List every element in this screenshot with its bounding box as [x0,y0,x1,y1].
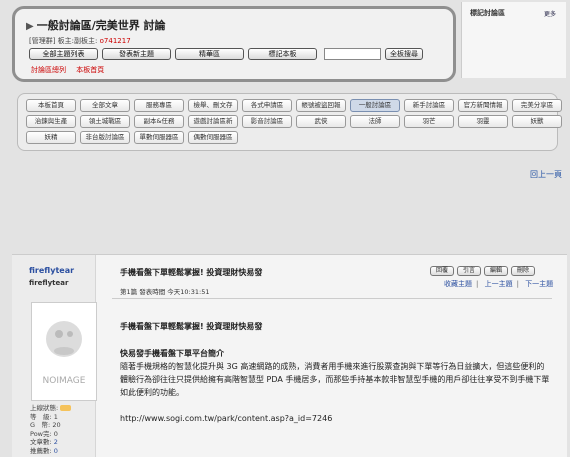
board-nav-item[interactable]: 服務專區 [134,99,184,112]
reply-button[interactable]: 回覆 [430,266,454,276]
post-title: 手機看盤下單輕鬆掌握! 投資理財快易發 [120,268,263,277]
triangle-right-icon: ▶ [26,21,34,32]
body-title: 手機看盤下單輕鬆掌握! 投資理財快易發 [120,322,263,331]
no-image-placeholder-icon: NOIMAGE [43,321,86,386]
board-nav-item[interactable]: 影音討論區 [242,115,292,128]
header-links: 討論區總列 本板首頁 [31,65,112,75]
next-topic-link[interactable]: 下一主題 [525,280,553,288]
quote-button[interactable]: 引言 [457,266,481,276]
board-nav-item[interactable]: 官方新聞情報 [458,99,508,112]
status-label: 上線狀態: [30,404,59,412]
board-nav-item[interactable]: 妖獸 [512,115,562,128]
board-nav-grid: 本板首頁 全部文章 服務專區 檢舉、刪文存 各式申請區 帳號被盜回報 一般討論區 新手討論區官… [26,99,562,144]
search-input[interactable] [324,48,381,60]
board-nav-item[interactable]: 羽芒 [404,115,454,128]
board-nav-item[interactable]: 完美分享區 [512,99,562,112]
board-nav-item[interactable]: 副本&任務 [134,115,184,128]
gcoin-label: G 幣: [30,421,51,429]
moderator-info: [管理群] 板主:副板主: o741217 [29,36,131,46]
board-nav-item[interactable]: 新手討論區 [404,99,454,112]
board-header: ▶ 一般討論區/完美世界 討論 [管理群] 板主:副板主: o741217 全部主… [12,6,456,82]
post-author-panel: fireflytear fireflytear NOIMAGE 上線狀態: 等 … [12,255,97,457]
breadcrumb: 一般討論區/完美世界 討論 [36,19,166,32]
favorite-topic-link[interactable]: 收藏主題 [444,280,472,288]
board-nav-item[interactable]: 法師 [350,115,400,128]
board-nav-item[interactable]: 偶數伺服器區 [188,131,238,144]
board-nav-item[interactable]: 全部文章 [80,99,130,112]
level-value: 1 [53,412,58,421]
board-nav-item[interactable]: 治鍊與生產 [26,115,76,128]
new-topic-button[interactable]: 發表新主題 [102,48,171,60]
board-nav-item[interactable]: 各式申請區 [242,99,292,112]
board-nav-item[interactable]: 非台版討論區 [80,131,130,144]
avatar: NOIMAGE [31,302,97,401]
edit-button[interactable]: 編輯 [484,266,508,276]
board-nav-item[interactable]: 領土城戰區 [80,115,130,128]
posts-label: 文章數: [30,438,52,446]
author-nickname: fireflytear [29,279,69,287]
board-nav-item[interactable]: 本板首頁 [26,99,76,112]
board-home-link[interactable]: 本板首頁 [76,66,104,74]
forum-index-link[interactable]: 討論區總列 [31,66,66,74]
board-nav: 本板首頁 全部文章 服務專區 檢舉、刪文存 各式申請區 帳號被盜回報 一般討論區 新手討論區官… [17,93,562,151]
pow-row: Pow完: 0 [30,430,71,439]
author-name[interactable]: fireflytear [29,266,74,275]
posts-value[interactable]: 2 [54,438,58,446]
board-nav-item[interactable]: 帳號被盜回報 [296,99,346,112]
post-links: 收藏主題 | 上一主題 | 下一主題 [444,279,553,289]
gcoin-value: 20 [52,421,61,429]
recommend-row: 推薦數: 0 [30,447,71,456]
search-button[interactable]: 全板搜尋 [385,48,423,60]
board-nav-item[interactable]: 武俠 [296,115,346,128]
status-row: 上線狀態: [30,404,72,413]
level-label: 等 級: [30,412,52,421]
board-nav-item[interactable]: 單數伺服器區 [134,131,184,144]
board-nav-item[interactable]: 羽靈 [458,115,508,128]
post-divider [112,298,552,299]
post-actions: 回覆 引言 編輯 刪除 [430,266,535,276]
page-title: ▶ 一般討論區/完美世界 討論 [26,17,166,33]
link-separator: | [516,280,519,288]
favorites-panel: 標記討論區 更多 [461,2,566,78]
board-nav-item[interactable]: 檢舉、刪文存 [188,99,238,112]
moderator-link[interactable]: o741217 [100,37,131,45]
level-row: 等 級: 1 [30,413,71,422]
back-link[interactable]: 回上一頁 [530,169,562,180]
recommend-value: 0 [53,446,58,455]
moderator-label: [管理群] 板主:副板主: [29,37,98,45]
board-nav-item[interactable]: 遊戲討論區新 [188,115,238,128]
avatar-caption: NOIMAGE [43,376,86,386]
posts-row: 文章數: 2 [30,438,71,447]
link-separator: | [476,280,479,288]
delete-button[interactable]: 刪除 [511,266,535,276]
pow-value: 0 [53,429,58,438]
post: fireflytear fireflytear NOIMAGE 上線狀態: 等 … [12,254,567,457]
post-body: 手機看盤下單輕鬆掌握! 投資理財快易發 快易發手機看盤下單平台簡介 隨著手機規格… [120,320,550,425]
body-paragraph: 隨著手機規格的智慧化提升與 3G 高速網路的成熟，消費者用手機來進行股票查詢與下… [120,362,550,397]
body-url-link[interactable]: http://www.sogi.com.tw/park/content.asp?… [120,412,550,425]
all-topics-button[interactable]: 全部主題列表 [29,48,98,60]
recommend-label: 推薦數: [30,446,52,455]
header-toolbar: 全部主題列表 發表新主題 精華區 標記本板 全板搜尋 [29,48,423,60]
board-nav-item[interactable]: 妖精 [26,131,76,144]
pow-label: Pow完: [30,429,52,438]
offline-badge-icon [60,405,72,411]
board-nav-item[interactable]: 一般討論區 [350,99,400,112]
favorites-title: 標記討論區 [470,9,505,17]
body-section-title: 快易發手機看盤下單平台簡介 [120,349,224,358]
gcoin-row: G 幣: 20 [30,421,71,430]
prev-topic-link[interactable]: 上一主題 [485,280,513,288]
bookmark-board-button[interactable]: 標記本板 [248,48,317,60]
post-meta: 第1篇 發表時間 今天10:31:51 [120,288,210,296]
author-stats: 上線狀態: 等 級: 1 G 幣: 20 Pow完: 0 文章數: 2 推薦數:… [30,404,72,456]
highlights-button[interactable]: 精華區 [175,48,244,60]
favorites-more-link[interactable]: 更多 [544,9,556,18]
